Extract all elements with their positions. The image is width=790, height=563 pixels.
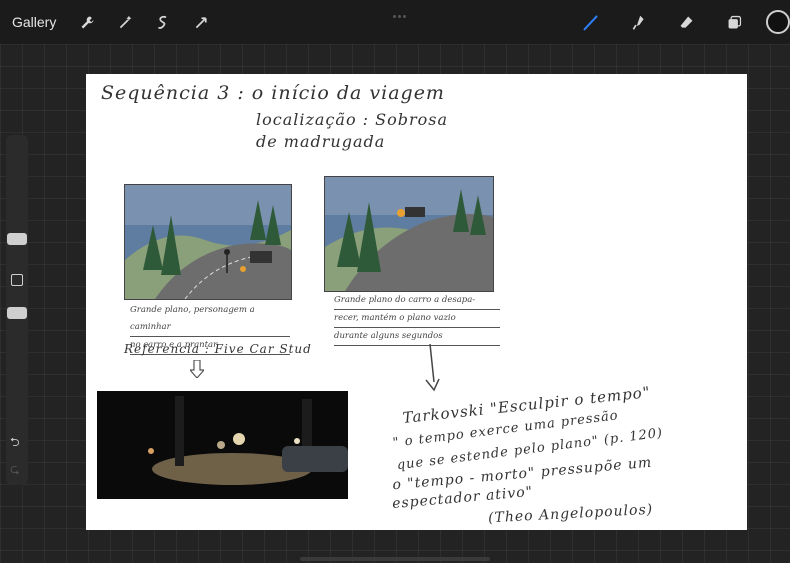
title-line-2: localização : Sobrosa bbox=[256, 110, 449, 129]
reference-label: Referencia : Five Car Stud bbox=[124, 342, 312, 356]
toolbar-grabber[interactable] bbox=[393, 15, 407, 19]
transform-icon[interactable] bbox=[190, 11, 212, 33]
redo-icon[interactable]: ⮎ bbox=[10, 460, 20, 481]
brush-size-slider[interactable] bbox=[7, 233, 27, 245]
brush-icon[interactable] bbox=[579, 11, 601, 33]
panel-2-caption: Grande plano do carro a desapa- recer, m… bbox=[334, 292, 500, 346]
smudge-icon[interactable] bbox=[627, 11, 649, 33]
selection-icon[interactable] bbox=[152, 11, 174, 33]
storyboard-panel-2 bbox=[324, 176, 494, 292]
down-arrow-icon bbox=[422, 343, 440, 392]
gallery-button[interactable]: Gallery bbox=[12, 14, 56, 30]
eraser-icon[interactable] bbox=[675, 11, 697, 33]
undo-icon[interactable]: ⮌ bbox=[10, 433, 20, 454]
storyboard-panel-1 bbox=[124, 184, 292, 300]
layers-icon[interactable] bbox=[723, 11, 745, 33]
magic-wand-icon[interactable] bbox=[114, 11, 136, 33]
home-indicator[interactable] bbox=[300, 557, 490, 561]
modify-button[interactable] bbox=[11, 274, 23, 286]
wrench-icon[interactable] bbox=[76, 11, 98, 33]
title-line-1: Sequência 3 : o início da viagem bbox=[101, 82, 445, 104]
drawing-canvas[interactable]: Sequência 3 : o início da viagem localiz… bbox=[86, 74, 747, 530]
left-sidebar: ⮌ ⮎ bbox=[6, 135, 28, 485]
title-line-3: de madrugada bbox=[256, 132, 386, 151]
note-line-6: (Theo Angelopoulos) bbox=[487, 501, 654, 527]
color-picker-button[interactable] bbox=[766, 10, 790, 34]
opacity-slider[interactable] bbox=[7, 307, 27, 319]
reference-photo bbox=[97, 391, 348, 499]
right-toolset bbox=[566, 0, 790, 44]
top-toolbar: Gallery bbox=[0, 0, 790, 44]
down-arrow-outline-icon bbox=[188, 359, 206, 379]
